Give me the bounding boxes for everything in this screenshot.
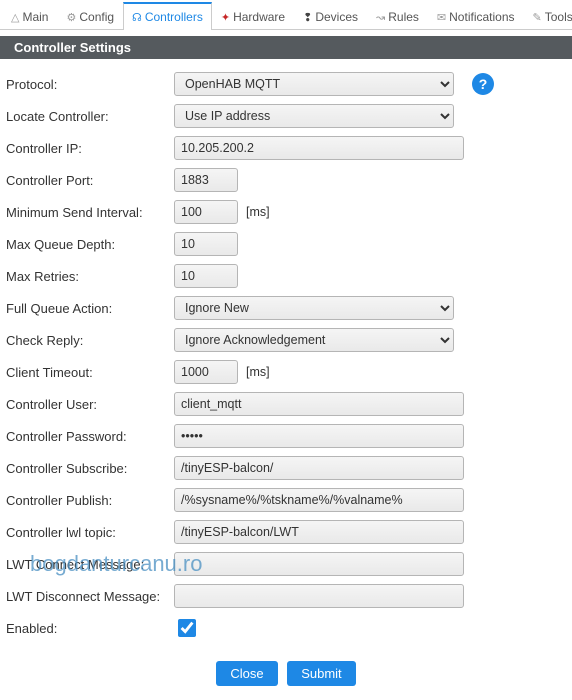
label-subscribe: Controller Subscribe: (6, 461, 174, 476)
tab-label: Devices (315, 10, 358, 24)
subscribe-input[interactable] (174, 456, 464, 480)
controllers-icon: ☊ (132, 11, 142, 24)
label-password: Controller Password: (6, 429, 174, 444)
section-header: Controller Settings (0, 36, 572, 59)
label-publish: Controller Publish: (6, 493, 174, 508)
locate-select[interactable]: Use IP address (174, 104, 454, 128)
hardware-icon: ✦ (221, 11, 230, 24)
max-queue-input[interactable] (174, 232, 238, 256)
devices-icon: ❢ (303, 11, 312, 24)
label-user: Controller User: (6, 397, 174, 412)
close-button[interactable]: Close (216, 661, 277, 686)
label-max-queue: Max Queue Depth: (6, 237, 174, 252)
label-port: Controller Port: (6, 173, 174, 188)
help-icon[interactable]: ? (472, 73, 494, 95)
label-lwt-connect: LWT Connect Message: (6, 557, 174, 572)
port-input[interactable] (174, 168, 238, 192)
label-client-timeout: Client Timeout: (6, 365, 174, 380)
lwt-disconnect-input[interactable] (174, 584, 464, 608)
unit-ms: [ms] (246, 205, 270, 219)
tab-controllers[interactable]: ☊ Controllers (123, 2, 212, 30)
ip-input[interactable] (174, 136, 464, 160)
label-enabled: Enabled: (6, 621, 174, 636)
lwt-connect-input[interactable] (174, 552, 464, 576)
footer-buttons: Close Submit (0, 651, 572, 700)
tab-config[interactable]: ⚙ Config (57, 3, 123, 30)
tab-label: Hardware (233, 10, 285, 24)
password-input[interactable] (174, 424, 464, 448)
mail-icon: ✉ (437, 11, 446, 24)
label-protocol: Protocol: (6, 77, 174, 92)
min-send-input[interactable] (174, 200, 238, 224)
tab-label: Main (22, 10, 48, 24)
client-timeout-input[interactable] (174, 360, 238, 384)
full-queue-select[interactable]: Ignore New (174, 296, 454, 320)
triangle-icon: △ (11, 11, 19, 24)
tab-label: Config (79, 10, 114, 24)
tab-rules[interactable]: ↝ Rules (367, 3, 428, 30)
label-ip: Controller IP: (6, 141, 174, 156)
tab-label: Tools (545, 10, 572, 24)
label-min-send: Minimum Send Interval: (6, 205, 174, 220)
unit-ms: [ms] (246, 365, 270, 379)
publish-input[interactable] (174, 488, 464, 512)
enabled-checkbox[interactable] (178, 619, 196, 637)
tab-bar: △ Main ⚙ Config ☊ Controllers ✦ Hardware… (0, 0, 572, 30)
tab-label: Rules (388, 10, 419, 24)
tab-devices[interactable]: ❢ Devices (294, 3, 367, 30)
tab-hardware[interactable]: ✦ Hardware (212, 3, 294, 30)
gear-icon: ⚙ (66, 11, 76, 24)
tab-notifications[interactable]: ✉ Notifications (428, 3, 524, 30)
label-check-reply: Check Reply: (6, 333, 174, 348)
max-retries-input[interactable] (174, 264, 238, 288)
check-reply-select[interactable]: Ignore Acknowledgement (174, 328, 454, 352)
user-input[interactable] (174, 392, 464, 416)
rules-icon: ↝ (376, 11, 385, 24)
label-lwt-disconnect: LWT Disconnect Message: (6, 589, 174, 604)
label-lwl-topic: Controller lwl topic: (6, 525, 174, 540)
submit-button[interactable]: Submit (287, 661, 355, 686)
tab-label: Controllers (145, 10, 203, 24)
tab-tools[interactable]: ✎ Tools (524, 3, 572, 30)
label-max-retries: Max Retries: (6, 269, 174, 284)
label-full-queue: Full Queue Action: (6, 301, 174, 316)
lwl-topic-input[interactable] (174, 520, 464, 544)
tab-label: Notifications (449, 10, 514, 24)
tab-main[interactable]: △ Main (2, 3, 57, 30)
tools-icon: ✎ (533, 11, 542, 24)
label-locate: Locate Controller: (6, 109, 174, 124)
protocol-select[interactable]: OpenHAB MQTT (174, 72, 454, 96)
controller-settings-form: Protocol: OpenHAB MQTT ? Locate Controll… (0, 59, 572, 651)
